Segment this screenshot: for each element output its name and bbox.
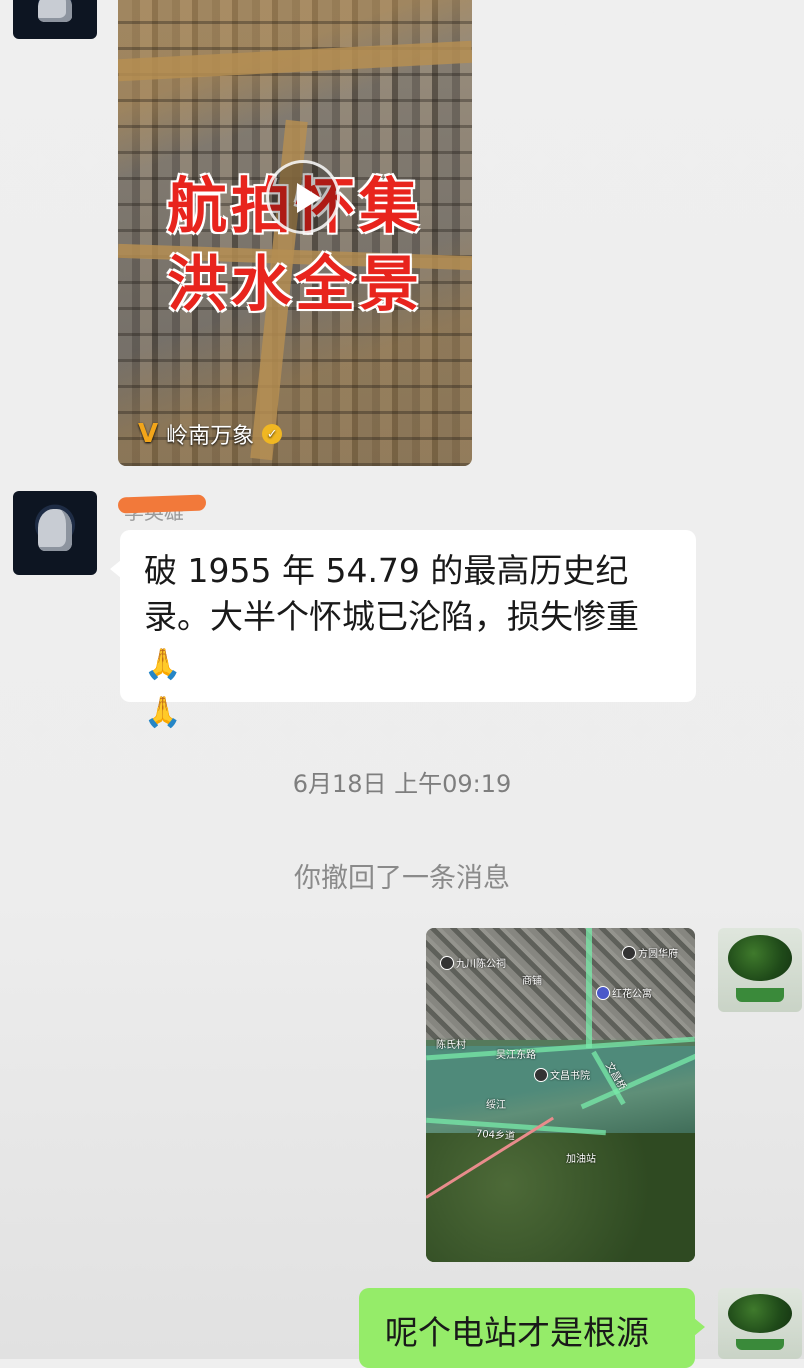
verified-badge-icon: ✓	[262, 424, 283, 444]
pray-emoji: 🙏	[144, 647, 182, 682]
outgoing-message-bubble[interactable]: 呢个电站才是根源	[359, 1288, 705, 1368]
pray-emoji: 🙏	[144, 695, 182, 730]
map-road	[586, 928, 592, 1048]
map-forest	[426, 1133, 695, 1262]
map-label: 九川陈公祠	[456, 959, 506, 970]
name-redaction-scribble	[117, 494, 207, 514]
brand-logo-icon: Ⅴ	[138, 419, 159, 449]
video-title-line2: 洪水全景	[167, 250, 423, 320]
map-label: 商铺	[522, 976, 542, 987]
map-label: 704乡道	[475, 1128, 516, 1143]
map-pin-icon	[596, 986, 610, 1000]
my-avatar[interactable]	[718, 1288, 802, 1359]
video-brand: Ⅴ 岭南万象 ✓	[138, 418, 283, 450]
map-label: 绥江	[486, 1100, 506, 1111]
sender-avatar[interactable]	[13, 491, 97, 575]
map-pin-icon	[622, 946, 636, 960]
map-label: 陈氏村	[436, 1040, 466, 1051]
video-message-card[interactable]: 航拍怀集 洪水全景 Ⅴ 岭南万象 ✓	[118, 0, 472, 466]
map-label: 文昌书院	[550, 1071, 590, 1082]
flood-water	[118, 40, 472, 82]
map-label: 吴江东路	[496, 1050, 536, 1061]
sender-avatar-top[interactable]	[13, 0, 97, 39]
incoming-message-bubble[interactable]: 破 1955 年 54.79 的最高历史纪录。大半个怀城已沦陷，损失惨重 🙏 🙏	[110, 530, 696, 730]
message-text: 呢个电站才是根源	[385, 1313, 649, 1352]
play-icon[interactable]	[266, 160, 340, 234]
map-image-message[interactable]: 九川陈公祠 方圆华府 红花公寓 商铺 陈氏村 吴江东路 文昌书院 文昌桥 绥江 …	[426, 928, 695, 1262]
map-pin-icon	[440, 956, 454, 970]
map-label: 红花公寓	[612, 989, 652, 1000]
message-text: 破 1955 年 54.79 的最高历史纪录。大半个怀城已沦陷，损失惨重	[144, 551, 639, 636]
my-avatar[interactable]	[718, 928, 802, 1012]
map-pin-icon	[534, 1068, 548, 1082]
recall-notice: 你撤回了一条消息	[294, 863, 510, 894]
brand-name: 岭南万象	[166, 424, 255, 449]
map-label: 加油站	[566, 1154, 596, 1165]
map-label: 方圆华府	[638, 949, 678, 960]
timestamp: 6月18日 上午09:19	[292, 770, 512, 798]
